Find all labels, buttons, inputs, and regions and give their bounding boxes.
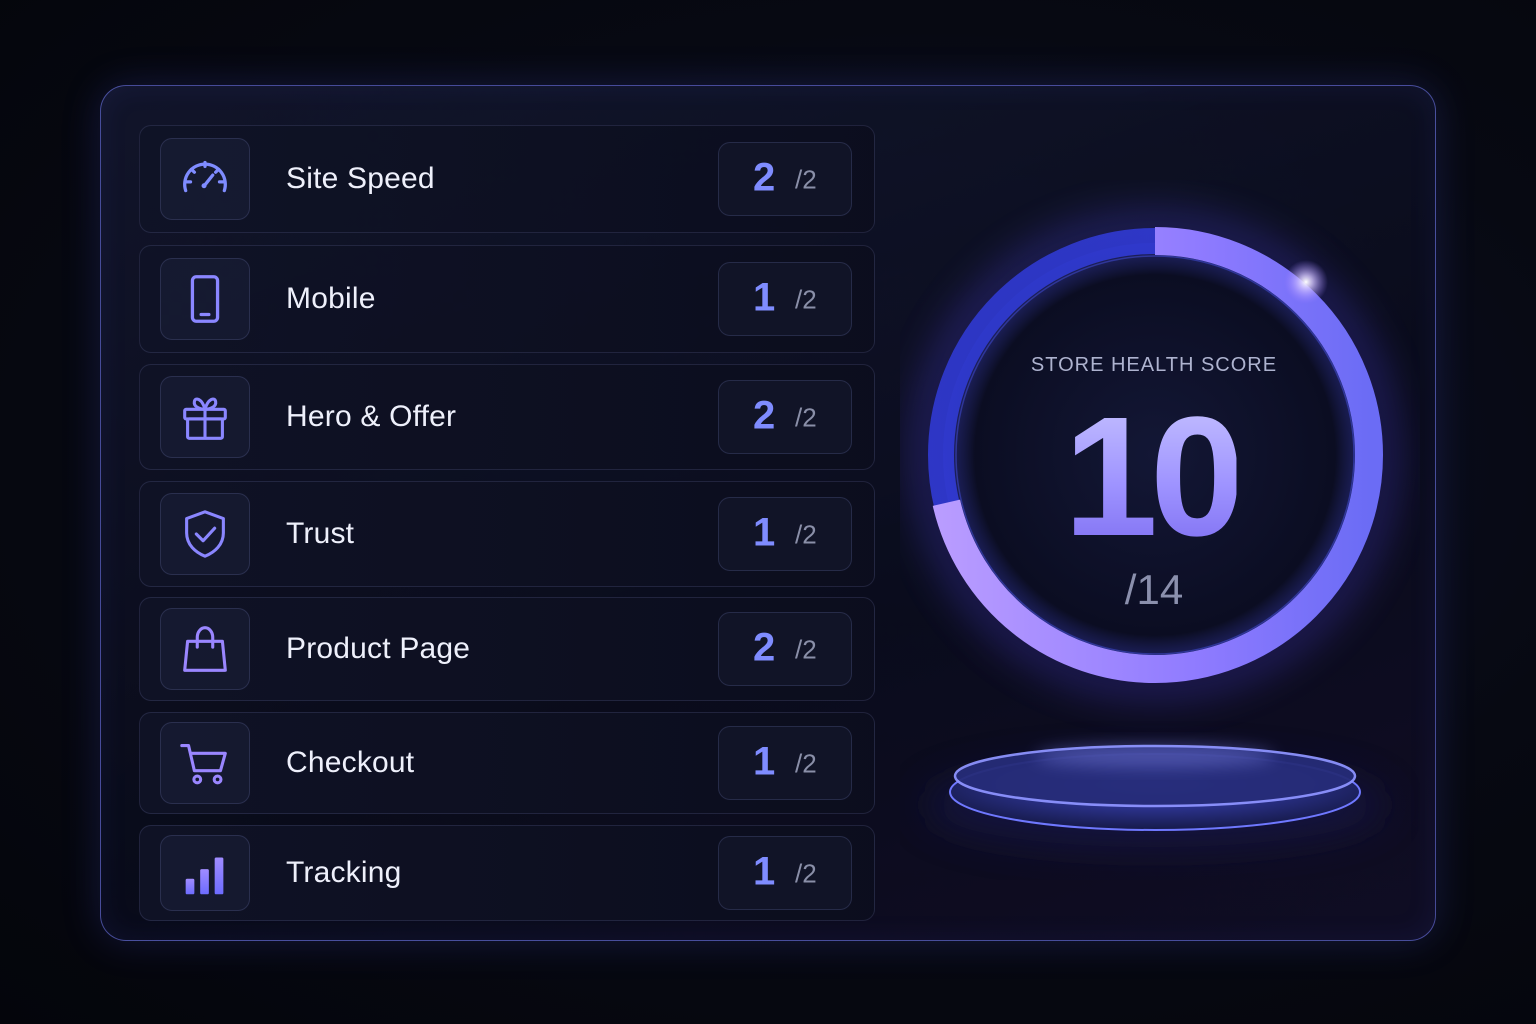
category-max: /2: [795, 634, 817, 665]
gift-icon: [183, 397, 227, 440]
icon-tile: [160, 376, 250, 458]
category-row-trust: Trust 1 /2: [139, 481, 875, 587]
category-score: 2: [753, 155, 776, 200]
icon-tile: [160, 138, 250, 220]
category-row-product-page: Product Page 2 /2: [139, 597, 875, 701]
shopping-bag-icon: [183, 626, 227, 672]
category-max: /2: [795, 858, 817, 889]
category-label: Tracking: [286, 856, 402, 889]
gauge-spark: [1284, 260, 1328, 304]
category-row-tracking: Tracking 1 /2: [139, 825, 875, 921]
category-max: /2: [795, 164, 817, 195]
category-score: 1: [753, 510, 776, 555]
category-max: /2: [795, 402, 817, 433]
category-score: 1: [753, 275, 776, 320]
score-box: 1 /2: [718, 262, 852, 336]
category-max: /2: [795, 519, 817, 550]
shield-check-icon: [185, 510, 225, 558]
category-label: Trust: [286, 517, 355, 550]
score-box: 1 /2: [718, 497, 852, 571]
category-score: 2: [753, 625, 776, 670]
category-row-hero-offer: Hero & Offer 2 /2: [139, 364, 875, 470]
score-box: 2 /2: [718, 142, 852, 216]
category-label: Hero & Offer: [286, 400, 457, 433]
category-score: 1: [753, 849, 776, 894]
category-label: Product Page: [286, 632, 471, 665]
shopping-cart-icon: [180, 744, 227, 785]
category-row-mobile: Mobile 1 /2: [139, 245, 875, 353]
score-box: 1 /2: [718, 726, 852, 800]
health-score-value: 10: [1063, 382, 1244, 572]
score-box: 1 /2: [718, 836, 852, 910]
bar-chart-icon: [185, 857, 224, 895]
health-score-max: /14: [1124, 566, 1184, 613]
score-box: 2 /2: [718, 380, 852, 454]
speedometer-icon: [183, 160, 227, 193]
category-label: Mobile: [286, 282, 376, 315]
category-label: Site Speed: [286, 162, 435, 195]
icon-tile: [160, 258, 250, 340]
pedestal-glow: [1035, 744, 1275, 768]
category-max: /2: [795, 748, 817, 779]
icon-tile: [160, 608, 250, 690]
category-max: /2: [795, 284, 817, 315]
health-score-title: STORE HEALTH SCORE: [1030, 354, 1278, 376]
category-row-checkout: Checkout 1 /2: [139, 712, 875, 814]
icon-tile: [160, 493, 250, 575]
icon-tile: [160, 835, 250, 911]
category-score: 2: [753, 393, 776, 438]
icon-tile: [160, 722, 250, 804]
mobile-phone-icon: [190, 275, 220, 323]
category-row-site-speed: Site Speed 2 /2: [139, 125, 875, 233]
category-label: Checkout: [286, 746, 415, 779]
category-score: 1: [753, 739, 776, 784]
score-box: 2 /2: [718, 612, 852, 686]
